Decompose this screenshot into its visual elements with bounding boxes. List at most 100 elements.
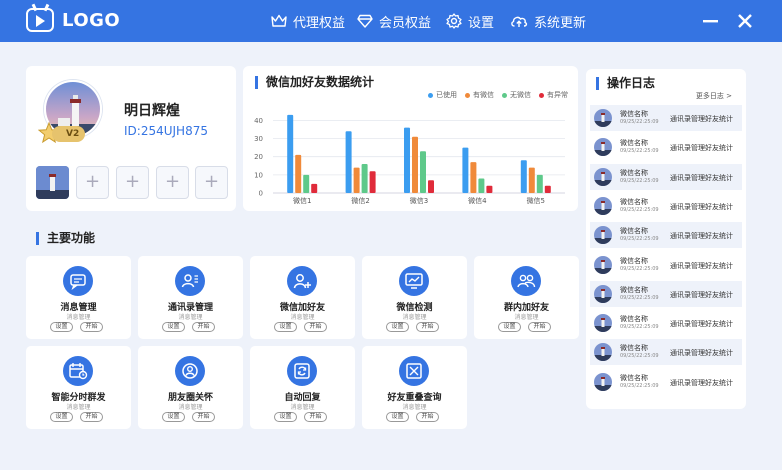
log-row: 微信名称 09/25/22:25:09 通讯录管理好友统计 bbox=[590, 105, 742, 131]
function-start-button[interactable]: 开始 bbox=[304, 322, 327, 332]
avatar bbox=[594, 255, 612, 274]
logo-text: LOGO bbox=[62, 9, 121, 31]
avatar bbox=[594, 138, 612, 157]
function-card[interactable]: 通讯录管理 消息管理 设置 开始 bbox=[138, 256, 243, 339]
nav-agent-rights[interactable]: 代理权益 bbox=[271, 0, 345, 42]
calendar-clock-icon bbox=[63, 356, 93, 386]
function-start-button[interactable]: 开始 bbox=[528, 322, 551, 332]
nav-settings[interactable]: 设置 bbox=[446, 0, 494, 42]
function-card[interactable]: 好友重叠查询 消息管理 设置 开始 bbox=[362, 346, 467, 429]
log-wechat-name: 微信名称 bbox=[620, 373, 648, 382]
function-start-button[interactable]: 开始 bbox=[416, 322, 439, 332]
bar-2 bbox=[528, 167, 535, 193]
bar-4 bbox=[544, 185, 551, 193]
function-subtitle: 消息管理 bbox=[402, 404, 427, 411]
x-tick-label: 微信1 bbox=[293, 196, 311, 205]
log-wechat-name: 微信名称 bbox=[620, 285, 648, 294]
log-timestamp: 09/25/22:25:09 bbox=[620, 206, 659, 213]
bar-3 bbox=[478, 178, 485, 193]
function-card[interactable]: 微信加好友 消息管理 设置 开始 bbox=[250, 256, 355, 339]
log-wechat-name: 微信名称 bbox=[620, 197, 648, 206]
logo: LOGO bbox=[26, 3, 121, 32]
avatar bbox=[594, 109, 612, 127]
log-action: 通讯录管理好友统计 bbox=[670, 320, 733, 329]
log-row: 微信名称 09/25/22:25:09 通讯录管理好友统计 bbox=[590, 134, 742, 160]
x-tick-label: 微信5 bbox=[527, 196, 545, 205]
function-settings-button[interactable]: 设置 bbox=[274, 412, 297, 422]
function-settings-button[interactable]: 设置 bbox=[274, 322, 297, 332]
log-action: 通讯录管理好友统计 bbox=[670, 232, 733, 241]
auto-reply-icon bbox=[287, 356, 317, 386]
function-card[interactable]: 朋友圈关怀 消息管理 设置 开始 bbox=[138, 346, 243, 429]
y-tick-label: 10 bbox=[254, 171, 263, 179]
add-account-button[interactable]: + bbox=[116, 166, 149, 199]
function-start-button[interactable]: 开始 bbox=[80, 322, 103, 332]
function-start-button[interactable]: 开始 bbox=[304, 412, 327, 422]
bar-2 bbox=[470, 162, 477, 193]
x-tick-label: 微信3 bbox=[410, 196, 428, 205]
function-subtitle: 消息管理 bbox=[402, 314, 427, 321]
function-card[interactable]: 消息管理 消息管理 设置 开始 bbox=[26, 256, 131, 339]
nav-member-rights[interactable]: 会员权益 bbox=[357, 0, 431, 42]
function-subtitle: 消息管理 bbox=[290, 314, 315, 321]
function-subtitle: 消息管理 bbox=[290, 404, 315, 411]
log-row: 微信名称 09/25/22:25:09 通讯录管理好友统计 bbox=[590, 280, 742, 307]
y-tick-label: 30 bbox=[254, 135, 263, 143]
add-account-button[interactable]: + bbox=[76, 166, 109, 199]
message-icon bbox=[63, 266, 93, 296]
nav-label: 设置 bbox=[468, 15, 495, 31]
section-title: 主要功能 bbox=[36, 232, 95, 245]
function-start-button[interactable]: 开始 bbox=[80, 412, 103, 422]
function-card[interactable]: 智能分时群发 消息管理 设置 开始 bbox=[26, 346, 131, 429]
account-thumbnail[interactable] bbox=[36, 166, 69, 199]
function-settings-button[interactable]: 设置 bbox=[498, 322, 521, 332]
nav-label: 系统更新 bbox=[534, 15, 587, 31]
user-id: ID:254UJH875 bbox=[124, 124, 208, 138]
log-timestamp: 09/25/22:25:09 bbox=[620, 177, 659, 184]
more-logs-link[interactable]: 更多日志 > bbox=[696, 91, 732, 101]
function-settings-button[interactable]: 设置 bbox=[386, 412, 409, 422]
y-tick-label: 40 bbox=[254, 117, 263, 125]
close-icon[interactable] bbox=[736, 12, 754, 30]
function-settings-button[interactable]: 设置 bbox=[386, 322, 409, 332]
log-timestamp: 09/25/22:25:09 bbox=[620, 294, 659, 301]
function-subtitle: 消息管理 bbox=[66, 404, 91, 411]
minimize-icon[interactable] bbox=[702, 12, 720, 30]
group-icon bbox=[511, 266, 541, 296]
log-timestamp: 09/25/22:25:09 bbox=[620, 382, 659, 389]
function-card[interactable]: 自动回复 消息管理 设置 开始 bbox=[250, 346, 355, 429]
avatar bbox=[594, 284, 612, 303]
add-account-button[interactable]: + bbox=[195, 166, 228, 199]
bar-1 bbox=[404, 127, 410, 193]
crown-icon bbox=[271, 14, 287, 27]
function-start-button[interactable]: 开始 bbox=[192, 412, 215, 422]
function-card[interactable]: 群内加好友 消息管理 设置 开始 bbox=[474, 256, 579, 339]
function-card[interactable]: 微信检测 消息管理 设置 开始 bbox=[362, 256, 467, 339]
bar-4 bbox=[428, 180, 434, 193]
overlap-search-icon bbox=[399, 356, 429, 386]
x-tick-label: 微信4 bbox=[468, 196, 487, 205]
gear-icon bbox=[446, 13, 462, 29]
function-settings-button[interactable]: 设置 bbox=[50, 412, 73, 422]
function-settings-button[interactable]: 设置 bbox=[162, 412, 185, 422]
log-row: 微信名称 09/25/22:25:09 通讯录管理好友统计 bbox=[590, 252, 742, 278]
function-start-button[interactable]: 开始 bbox=[192, 322, 215, 332]
diamond-icon bbox=[357, 14, 373, 28]
nav-label: 代理权益 bbox=[293, 15, 346, 31]
function-start-button[interactable]: 开始 bbox=[416, 412, 439, 422]
function-settings-button[interactable]: 设置 bbox=[50, 322, 73, 332]
nav-label: 会员权益 bbox=[379, 15, 432, 31]
log-row: 微信名称 09/25/22:25:09 通讯录管理好友统计 bbox=[590, 310, 742, 336]
nav-system-update[interactable]: 系统更新 bbox=[510, 0, 586, 42]
bar-3 bbox=[536, 174, 543, 193]
log-wechat-name: 微信名称 bbox=[620, 168, 648, 177]
moments-icon bbox=[175, 356, 205, 386]
stats-chart-card: 微信加好友数据统计 已使用 有微信 无微信 有异常 0 10 20 30 40 微信1 微信… bbox=[243, 66, 578, 211]
log-timestamp: 09/25/22:25:09 bbox=[620, 236, 659, 243]
function-settings-button[interactable]: 设置 bbox=[162, 322, 185, 332]
log-wechat-name: 微信名称 bbox=[620, 227, 648, 236]
function-subtitle: 消息管理 bbox=[66, 314, 91, 321]
add-account-button[interactable]: + bbox=[156, 166, 189, 199]
log-timestamp: 09/25/22:25:09 bbox=[620, 324, 659, 331]
log-wechat-name: 微信名称 bbox=[620, 139, 648, 148]
